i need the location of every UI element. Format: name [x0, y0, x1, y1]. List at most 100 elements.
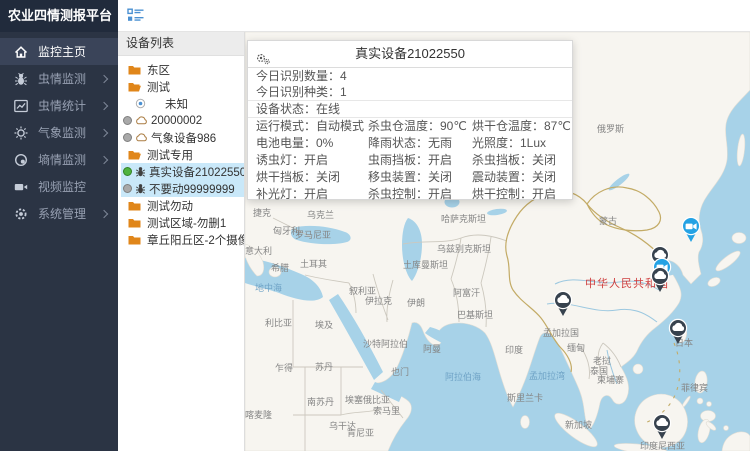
sidebar-item-label: 虫情统计: [38, 97, 86, 114]
chevron-right-icon: [100, 101, 108, 109]
popup-stat-count: 今日识别数量：4: [248, 68, 572, 84]
sidebar-item-monitor-home[interactable]: 监控主页: [0, 38, 118, 65]
map-label: 沙特阿拉伯: [363, 337, 408, 350]
layout-list-icon[interactable]: [127, 8, 145, 28]
map-label: 柬埔寨: [597, 373, 624, 386]
popup-stat-status: 设备状态：在线: [248, 101, 572, 118]
chevron-right-icon: [100, 155, 108, 163]
sidebar-item-system-admin[interactable]: 系统管理: [0, 200, 118, 227]
sidebar-item-label: 墒情监测: [38, 151, 86, 168]
map-label: 乍得: [275, 361, 293, 374]
tree-label: 章丘阳丘区-2个摄像头: [147, 232, 244, 248]
gears-settings-icon[interactable]: [256, 48, 271, 74]
map-label: 乌兹别克斯坦: [437, 242, 491, 255]
chevron-right-icon: [100, 128, 108, 136]
sidebar-item-weather-monitor[interactable]: 气象监测: [0, 119, 118, 146]
tree-label: 测试专用: [147, 147, 193, 163]
sidebar-item-video-monitor[interactable]: 视频监控: [0, 173, 118, 200]
map-marker-video-camera[interactable]: [681, 216, 701, 243]
map-label: 伊拉克: [365, 294, 392, 307]
map-label: 蒙古: [599, 214, 617, 227]
popup-detail: 烘干仓温度：87℃: [472, 118, 572, 135]
tree-folder-test-region[interactable]: 测试区域-勿删1: [118, 214, 244, 231]
sidebar-item-label: 虫情监测: [38, 70, 86, 87]
popup-detail: 运行模式：自动模式: [256, 118, 368, 135]
status-dot-offline: [123, 133, 132, 142]
map-label: 罗马尼亚: [295, 228, 331, 241]
device-tree: 东区 测试 未知 20000002 气象设备986: [118, 56, 244, 248]
topbar: [118, 0, 750, 32]
radio-marker-icon: [135, 98, 146, 109]
map-label: 土耳其: [300, 257, 327, 270]
tree-folder-zhangqiu[interactable]: 章丘阳丘区-2个摄像头: [118, 231, 244, 248]
sidebar-item-insect-monitor[interactable]: 虫情监测: [0, 65, 118, 92]
tree-label: 测试勿动: [147, 198, 193, 214]
map-marker-weather-station[interactable]: [668, 318, 688, 345]
globe-icon: [13, 152, 29, 168]
map-label: 印度: [505, 343, 523, 356]
sidebar-item-label: 气象监测: [38, 124, 86, 141]
map-label: 阿曼: [423, 342, 441, 355]
map-label: 意大利: [245, 244, 272, 257]
map-label: 南苏丹: [307, 395, 334, 408]
sun-icon: [13, 125, 29, 141]
tree-folder-east[interactable]: 东区: [118, 61, 244, 78]
map-label: 土库曼斯坦: [403, 258, 448, 271]
map-label: 利比亚: [265, 316, 292, 329]
popup-detail: 光照度：1Lux: [472, 135, 572, 152]
sidebar-menu: 监控主页 虫情监测 虫情统计 气象监测: [0, 38, 118, 227]
popup-detail: 降雨状态：无雨: [368, 135, 472, 152]
status-dot-offline: [123, 184, 132, 193]
map-marker-weather-station[interactable]: [650, 266, 670, 293]
map-marker-weather-station[interactable]: [553, 290, 573, 317]
popup-detail: 补光灯：开启: [256, 186, 368, 203]
folder-icon: [128, 235, 141, 245]
tree-folder-test[interactable]: 测试: [118, 78, 244, 95]
bug-device-icon: [135, 166, 146, 178]
tree-device-real-21022550[interactable]: 真实设备21022550: [121, 163, 244, 180]
map-label: 伊朗: [407, 296, 425, 309]
map-label: 希腊: [271, 261, 289, 274]
map-label: 索马里: [373, 404, 400, 417]
map-label: 俄罗斯: [597, 122, 624, 135]
tree-label: 真实设备21022550: [149, 164, 244, 180]
tree-folder-test-nomove[interactable]: 测试勿动: [118, 197, 244, 214]
map[interactable]: 俄罗斯哈萨克斯坦蒙古乌克兰捷克匈牙利罗马尼亚意大利希腊土耳其土库曼斯坦乌兹别克斯…: [245, 32, 750, 451]
tree-label: 气象设备986: [151, 130, 216, 146]
tree-label: 测试: [147, 79, 170, 95]
popup-detail-grid: 运行模式：自动模式 杀虫仓温度：90℃ 烘干仓温度：87℃ 电池电量：0% 降雨…: [248, 118, 572, 203]
popup-detail: 诱虫灯：开启: [256, 152, 368, 169]
map-label: 阿富汗: [453, 286, 480, 299]
popup-detail: 杀虫挡板：关闭: [472, 152, 572, 169]
cloud-device-icon: [135, 133, 148, 142]
bug-icon: [13, 71, 29, 87]
popup-detail: 杀虫仓温度：90℃: [368, 118, 472, 135]
popup-header: 真实设备21022550: [248, 41, 572, 68]
bug-device-icon: [135, 183, 146, 195]
sidebar-item-insect-stats[interactable]: 虫情统计: [0, 92, 118, 119]
map-label: 缅甸: [567, 341, 585, 354]
sidebar-item-label: 系统管理: [38, 205, 86, 222]
map-label: 阿拉伯海: [445, 370, 481, 383]
tree-label: 不要动99999999: [149, 181, 235, 197]
tree-device-unknown[interactable]: 未知: [118, 95, 244, 112]
map-label: 巴基斯坦: [457, 308, 493, 321]
map-label: 孟加拉湾: [529, 369, 565, 382]
tree-device-donttouch[interactable]: 不要动99999999: [121, 180, 244, 197]
sidebar: 农业四情测报平台 监控主页 虫情监测 虫情统计: [0, 0, 118, 451]
sidebar-item-label: 监控主页: [38, 43, 86, 60]
sidebar-item-label: 视频监控: [38, 178, 86, 195]
popup-detail: 移虫装置：关闭: [368, 169, 472, 186]
chevron-right-icon: [100, 74, 108, 82]
cloud-device-icon: [135, 116, 148, 125]
map-label: 地中海: [255, 281, 282, 294]
tree-device-20000002[interactable]: 20000002: [118, 112, 244, 129]
map-label: 苏丹: [315, 360, 333, 373]
tree-folder-test-special[interactable]: 测试专用: [118, 146, 244, 163]
tree-device-weather986[interactable]: 气象设备986: [118, 129, 244, 146]
map-marker-weather-station[interactable]: [652, 413, 672, 440]
device-panel-header: 设备列表: [118, 32, 244, 56]
map-label: 也门: [391, 365, 409, 378]
sidebar-item-soil-monitor[interactable]: 墒情监测: [0, 146, 118, 173]
folder-open-icon: [128, 82, 141, 92]
